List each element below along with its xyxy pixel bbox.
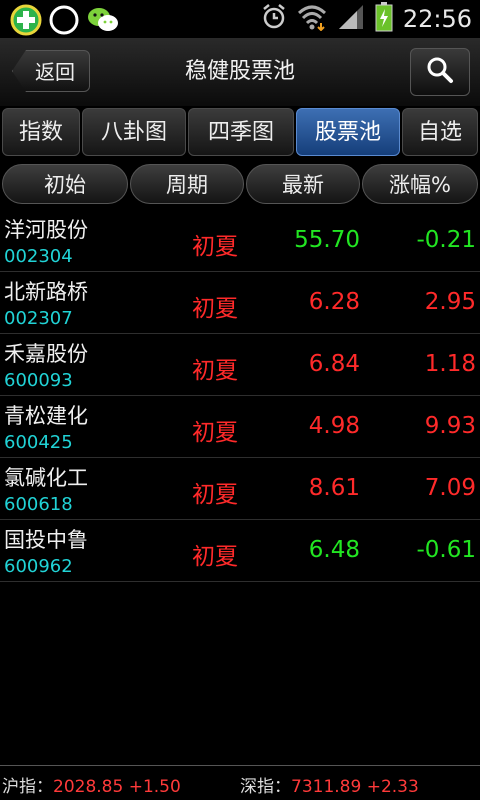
wechat-icon (86, 4, 120, 40)
stock-code: 600618 (4, 494, 73, 515)
tab-stock-pool[interactable]: 股票池 (296, 108, 400, 156)
shenzhen-index-label: 深指： (240, 777, 291, 797)
stock-price: 6.84 (308, 351, 360, 377)
stock-period: 初夏 (192, 358, 238, 384)
clock: 22:56 (402, 5, 472, 33)
stock-period: 初夏 (192, 234, 238, 260)
stock-code: 600425 (4, 432, 73, 453)
moon-app-icon (48, 4, 80, 40)
stock-change: 7.09 (424, 475, 476, 501)
shanghai-index-label: 沪指： (2, 777, 53, 797)
back-button[interactable]: 返回 (12, 50, 90, 92)
tab-index[interactable]: 指数 (2, 108, 80, 156)
title-bar: 稳健股票池 返回 (0, 38, 480, 107)
status-bar: 22:56 (0, 0, 480, 38)
stock-name: 洋河股份 (4, 218, 88, 242)
tab-bar: 指数 八卦图 四季图 股票池 自选 (0, 106, 480, 158)
stock-period: 初夏 (192, 296, 238, 322)
stock-price: 6.28 (308, 289, 360, 315)
stock-name: 氯碱化工 (4, 466, 88, 490)
stock-code: 002304 (4, 246, 73, 267)
battery-charging-icon (375, 2, 393, 36)
stock-name: 北新路桥 (4, 280, 88, 304)
shenzhen-index-value: 7311.89 +2.33 (291, 777, 419, 797)
stock-list: 洋河股份 002304 初夏 55.70 -0.21 北新路桥 002307 初… (0, 210, 480, 582)
tab-watchlist[interactable]: 自选 (402, 108, 478, 156)
stock-row[interactable]: 洋河股份 002304 初夏 55.70 -0.21 (0, 210, 480, 272)
stock-change: -0.61 (416, 537, 476, 563)
shenzhen-index[interactable]: 深指：7311.89 +2.33 (240, 772, 419, 797)
stock-change: 2.95 (424, 289, 476, 315)
stock-name: 国投中鲁 (4, 528, 88, 552)
sort-change-button[interactable]: 涨幅% (362, 164, 478, 204)
stock-row[interactable]: 青松建化 600425 初夏 4.98 9.93 (0, 396, 480, 458)
tab-bagua-chart[interactable]: 八卦图 (82, 108, 186, 156)
wifi-icon (297, 3, 327, 35)
stock-name: 青松建化 (4, 404, 88, 428)
stock-period: 初夏 (192, 420, 238, 446)
stock-change: 9.93 (424, 413, 476, 439)
shanghai-index[interactable]: 沪指：2028.85 +1.50 (2, 772, 181, 797)
stock-change: -0.21 (416, 227, 476, 253)
tab-four-seasons-chart[interactable]: 四季图 (188, 108, 294, 156)
stock-period: 初夏 (192, 482, 238, 508)
sort-period-button[interactable]: 周期 (130, 164, 244, 204)
alarm-icon (261, 3, 287, 35)
stock-change: 1.18 (424, 351, 476, 377)
stock-code: 002307 (4, 308, 73, 329)
signal-icon (337, 3, 365, 35)
search-button[interactable] (410, 48, 470, 96)
stock-row[interactable]: 氯碱化工 600618 初夏 8.61 7.09 (0, 458, 480, 520)
stock-row[interactable]: 北新路桥 002307 初夏 6.28 2.95 (0, 272, 480, 334)
360-security-icon (10, 4, 42, 40)
stock-price: 55.70 (294, 227, 360, 253)
stock-code: 600962 (4, 556, 73, 577)
shanghai-index-value: 2028.85 +1.50 (53, 777, 181, 797)
stock-period: 初夏 (192, 544, 238, 570)
search-icon (426, 56, 454, 88)
sort-latest-button[interactable]: 最新 (246, 164, 360, 204)
stock-code: 600093 (4, 370, 73, 391)
stock-row[interactable]: 禾嘉股份 600093 初夏 6.84 1.18 (0, 334, 480, 396)
system-icons: 22:56 (261, 2, 472, 36)
stock-name: 禾嘉股份 (4, 342, 88, 366)
stock-price: 6.48 (308, 537, 360, 563)
sort-initial-button[interactable]: 初始 (2, 164, 128, 204)
notification-icons (10, 4, 120, 40)
index-ticker-bar: 沪指：2028.85 +1.50 深指：7311.89 +2.33 (0, 765, 480, 800)
stock-price: 4.98 (308, 413, 360, 439)
stock-price: 8.61 (308, 475, 360, 501)
sort-header: 初始 周期 最新 涨幅% (0, 160, 480, 208)
stock-row[interactable]: 国投中鲁 600962 初夏 6.48 -0.61 (0, 520, 480, 582)
